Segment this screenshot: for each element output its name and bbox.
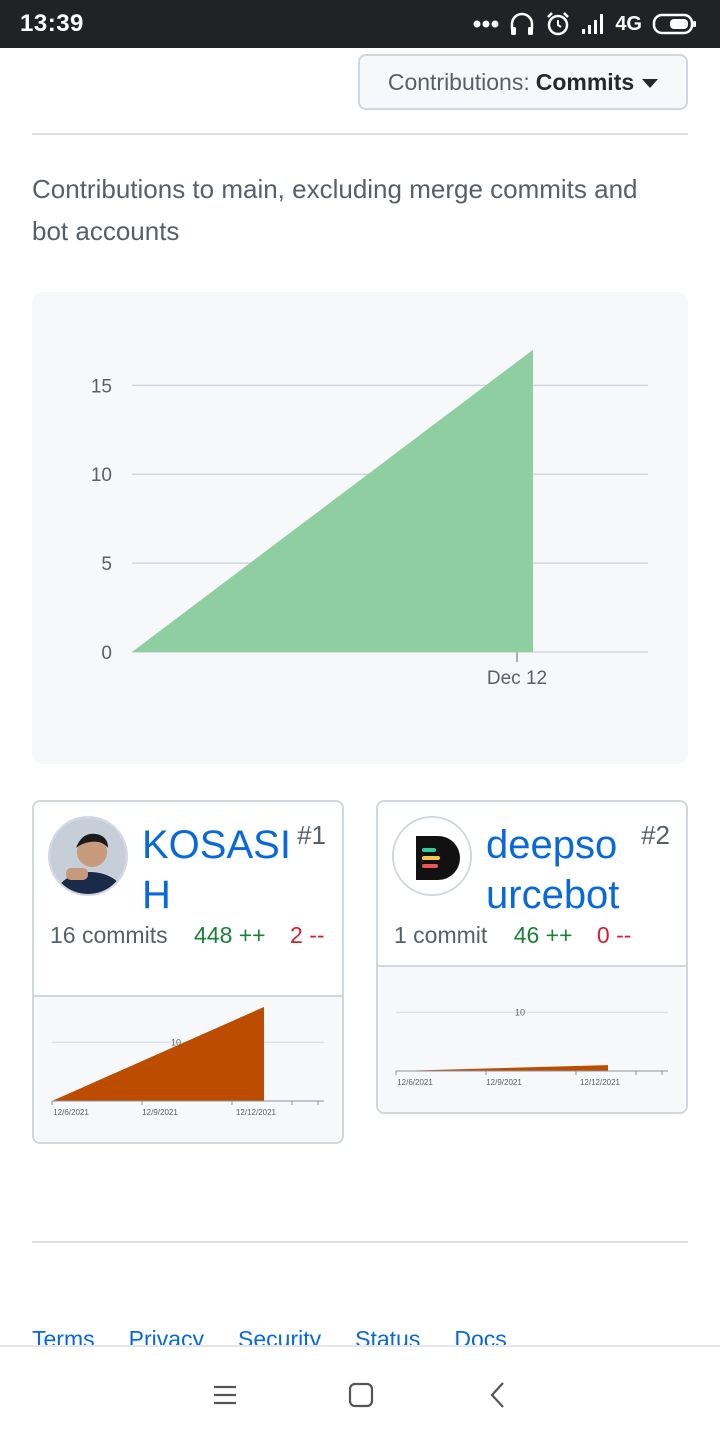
status-bar: 13:39 4G xyxy=(0,0,720,48)
x-tick-label: 12/6/2021 xyxy=(397,1078,433,1087)
contributor-name[interactable]: deepsourcebot xyxy=(486,820,636,920)
divider xyxy=(32,1241,688,1243)
avatar[interactable] xyxy=(392,816,472,896)
deletions-count: 2 -- xyxy=(290,922,325,948)
y-tick-label: 10 xyxy=(91,465,112,486)
additions-count: 46 ++ xyxy=(513,922,573,948)
y-tick-label: 15 xyxy=(91,376,112,397)
additions-count: 448 ++ xyxy=(193,922,266,948)
x-tick-label: 12/9/2021 xyxy=(142,1108,178,1117)
x-tick-label: 12/9/2021 xyxy=(486,1078,522,1087)
y-tick-label: 5 xyxy=(101,554,112,575)
contributions-chart-svg: 0 5 10 15 Dec 12 xyxy=(91,349,648,689)
status-icons: 4G xyxy=(473,8,698,40)
commits-area xyxy=(396,1065,608,1071)
commit-count[interactable]: 16 commits xyxy=(50,922,168,948)
contributor-mini-chart: 10 12/6/2021 12/9/2021 12/12/2021 xyxy=(378,965,686,1112)
dropdown-value: Commits xyxy=(535,68,635,95)
contributor-rank: #1 xyxy=(297,820,326,850)
network-type: 4G xyxy=(615,12,642,35)
contributions-description: Contributions to main, excluding merge c… xyxy=(32,174,638,246)
x-tick-label: 12/12/2021 xyxy=(236,1108,277,1117)
battery-icon xyxy=(652,13,696,35)
contributions-type-dropdown[interactable]: Contributions: Commits xyxy=(358,54,688,110)
back-icon[interactable] xyxy=(481,1377,517,1413)
headset-icon xyxy=(511,12,534,35)
contributor-rank: #2 xyxy=(641,820,670,850)
commits-area xyxy=(52,1007,264,1101)
y-tick-label: 0 xyxy=(101,643,112,664)
commit-count[interactable]: 1 commit xyxy=(394,922,487,948)
divider xyxy=(32,133,688,135)
contributor-name[interactable]: KOSASIH xyxy=(142,820,292,920)
x-tick-label: 12/12/2021 xyxy=(580,1078,621,1087)
alarm-icon xyxy=(547,12,570,36)
status-time: 13:39 xyxy=(20,10,84,37)
caret-down-icon xyxy=(642,78,659,88)
avatar[interactable] xyxy=(48,816,128,896)
contributor-mini-chart: 10 12/6/2021 12/9/2021 12/12/2021 xyxy=(34,995,342,1142)
y-tick-label: 10 xyxy=(515,1007,525,1017)
dropdown-label: Contributions: xyxy=(387,68,530,95)
more-dots-icon xyxy=(473,20,499,28)
home-icon[interactable] xyxy=(343,1377,379,1413)
commits-area xyxy=(132,349,533,652)
menu-icon[interactable] xyxy=(207,1377,243,1413)
system-nav-bar xyxy=(0,1345,720,1440)
contributor-card: deepsourcebot #2 1 commit 46 ++ 0 -- 10 1… xyxy=(376,800,688,1114)
user-photo-icon xyxy=(50,818,126,894)
x-tick-label: 12/6/2021 xyxy=(53,1108,89,1117)
signal-icon xyxy=(582,14,604,34)
x-tick-label: Dec 12 xyxy=(487,668,547,689)
deepsource-logo-icon xyxy=(394,818,470,894)
contributions-chart: 0 5 10 15 Dec 12 xyxy=(32,292,688,764)
mini-chart-svg: 10 12/6/2021 12/9/2021 12/12/2021 xyxy=(395,1007,668,1087)
contributor-card: KOSASIH #1 16 commits 448 ++ 2 -- 10 12/6… xyxy=(32,800,344,1144)
contributor-stats: 1 commit 46 ++ 0 -- xyxy=(394,920,684,950)
deletions-count: 0 -- xyxy=(596,922,632,948)
contributor-stats: 16 commits 448 ++ 2 -- xyxy=(50,920,340,950)
mini-chart-svg: 1012/6/2021 12/9/2021 12/12/2021 xyxy=(51,1007,324,1117)
